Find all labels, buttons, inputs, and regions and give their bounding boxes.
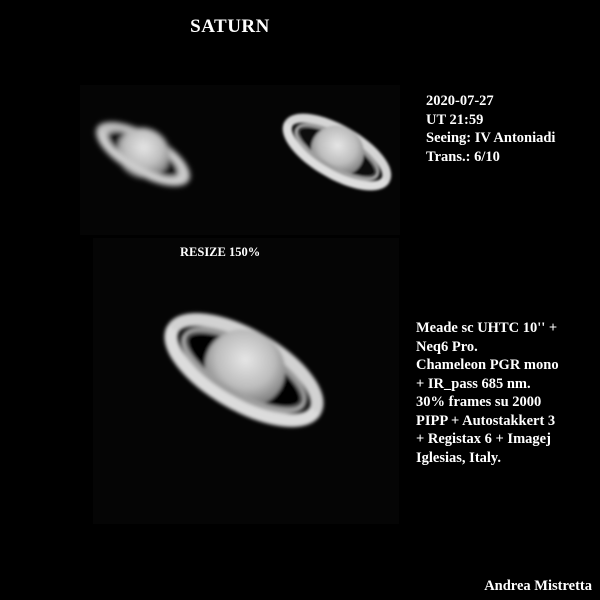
equipment-line: Chameleon PGR mono [416, 357, 559, 373]
equipment-line: + IR_pass 685 nm. [416, 375, 531, 392]
observation-info: 2020-07-27 UT 21:59 Seeing: IV Antoniadi… [426, 92, 555, 166]
saturn-images [95, 113, 392, 427]
equipment-line: 30% frames su 2000 [416, 394, 542, 410]
observation-seeing: Seeing: IV Antoniadi [426, 130, 556, 146]
saturn-image-resized [164, 313, 324, 427]
observation-date: 2020-07-27 [426, 93, 494, 109]
equipment-line: + Registax 6 + Imagej [416, 431, 551, 447]
equipment-info: Meade sc UHTC 10'' + Neq6 Pro. Chameleon… [416, 319, 559, 467]
image-canvas: SATURN 2020-07-27 UT 21:59 Seeing: IV An… [0, 0, 600, 600]
image-title: SATURN [190, 16, 270, 37]
equipment-line: Neq6 Pro. [416, 338, 478, 355]
saturn-image-left [95, 121, 191, 187]
observation-transparency: Trans.: 6/10 [426, 148, 500, 165]
equipment-line: Iglesias, Italy. [416, 449, 501, 466]
observation-time: UT 21:59 [426, 111, 484, 128]
resize-label: RESIZE 150% [180, 245, 261, 259]
equipment-line: Meade sc UHTC 10'' + [416, 320, 558, 336]
saturn-image-right [282, 113, 392, 191]
author-credit: Andrea Mistretta [484, 578, 592, 594]
equipment-line: PIPP + Autostakkert 3 [416, 412, 556, 429]
